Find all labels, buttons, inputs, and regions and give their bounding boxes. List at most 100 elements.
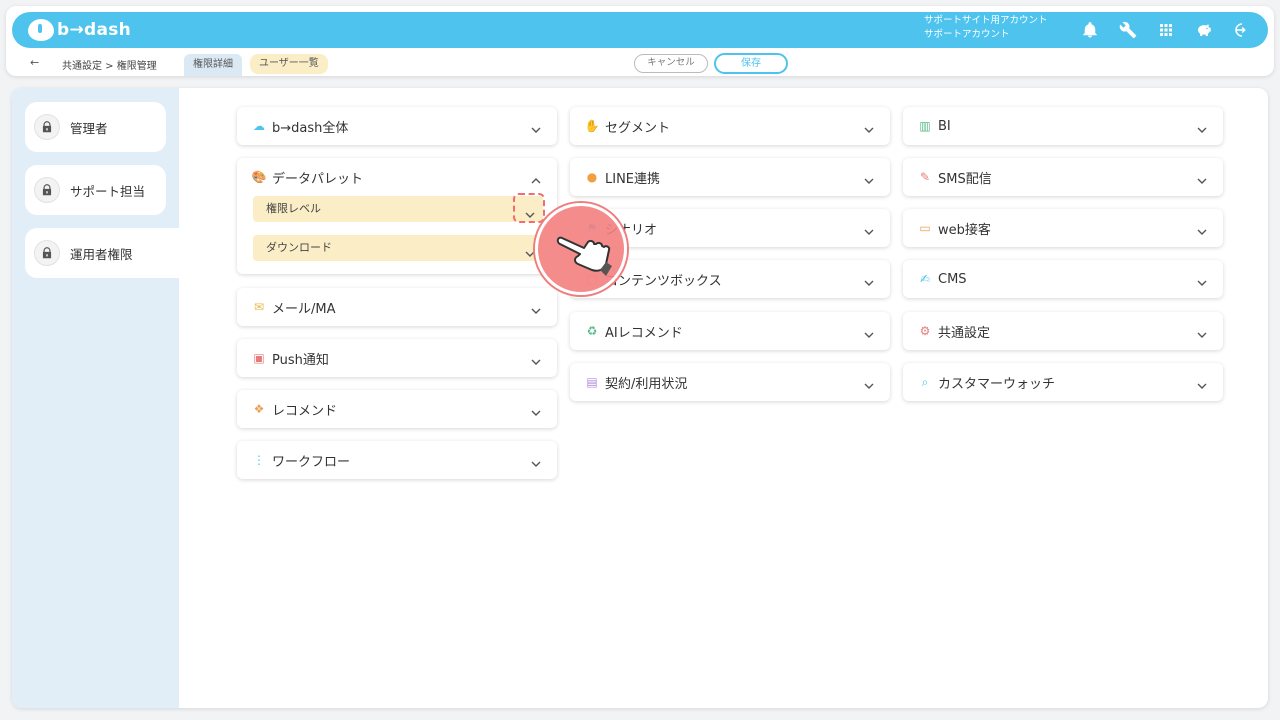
push-icon: ▣ (253, 351, 265, 365)
web-icon: ▭ (919, 221, 931, 235)
accordion-label: レコメンド (272, 403, 338, 419)
tab-permission-detail[interactable]: 権限詳細 (184, 54, 242, 76)
chevron-down-icon (1197, 376, 1207, 389)
settings-icon: ⚙ (919, 324, 931, 338)
app-name: b→dash (57, 20, 132, 40)
accordion-ai-recommend[interactable]: ♻ AIレコメンド (570, 312, 890, 350)
accordion-push[interactable]: ▣ Push通知 (237, 339, 557, 377)
chevron-down-icon (531, 120, 541, 133)
chevron-down-icon (864, 376, 874, 389)
accordion-customer-watch[interactable]: ⌕ カスタマーウォッチ (903, 363, 1223, 401)
accordion-label: メール/MA (272, 301, 336, 317)
sidebar-item-admin[interactable]: 管理者 (25, 102, 166, 152)
click-highlight (513, 193, 545, 223)
palette-icon: 🎨 (251, 170, 267, 184)
accordion-contract[interactable]: ▤ 契約/利用状況 (570, 363, 890, 401)
lock-icon (34, 114, 60, 140)
accordion-label: AIレコメンド (605, 325, 683, 341)
accordion-label: ワークフロー (272, 454, 351, 470)
contract-icon: ▤ (586, 375, 598, 389)
cms-icon: ✍ (919, 272, 931, 286)
accordion-label: BI (938, 118, 951, 134)
accordion-label: LINE連携 (605, 171, 661, 187)
accordion-data-palette[interactable]: 🎨 データパレット 権限レベル ダウンロード (237, 158, 557, 274)
lock-icon (34, 240, 60, 266)
chevron-down-icon (864, 325, 874, 338)
accordion-line[interactable]: ● LINE連携 (570, 158, 890, 196)
account-info[interactable]: サポートサイト用アカウント サポートアカウント (924, 14, 1048, 42)
account-line2: サポートアカウント (924, 29, 1010, 40)
chevron-down-icon[interactable] (525, 243, 535, 257)
accordion-label: 契約/利用状況 (605, 376, 688, 392)
chevron-down-icon (531, 352, 541, 365)
wrench-icon[interactable] (1116, 18, 1140, 42)
sub-label: ダウンロード (266, 241, 332, 254)
accordion-web-service[interactable]: ▭ web接客 (903, 209, 1223, 247)
accordion-cms[interactable]: ✍ CMS (903, 260, 1223, 298)
sidebar-item-support[interactable]: サポート担当 (25, 165, 166, 215)
sub-permission-level[interactable]: 権限レベル (253, 196, 543, 222)
accordion-label: コンテンツボックス (605, 273, 722, 289)
accordion-recommend[interactable]: ❖ レコメンド (237, 390, 557, 428)
chevron-up-icon (531, 171, 541, 184)
accordion-label: SMS配信 (938, 171, 992, 187)
accordion-label: CMS (938, 271, 967, 287)
accordion-segment[interactable]: ✋ セグメント (570, 107, 890, 145)
accordion-label: web接客 (938, 222, 991, 238)
accordion-label: セグメント (605, 120, 671, 136)
cancel-button[interactable]: キャンセル (634, 54, 708, 73)
accordion-label: 共通設定 (938, 325, 991, 341)
cloud-icon: ☁ (253, 119, 265, 133)
chevron-down-icon (864, 273, 874, 286)
hand-icon: ✋ (584, 119, 600, 133)
pointer-hand-icon (535, 203, 627, 295)
chevron-down-icon (864, 222, 874, 235)
ai-icon: ♻ (586, 324, 598, 338)
chevron-down-icon (864, 171, 874, 184)
chevron-down-icon (1197, 222, 1207, 235)
accordion-label: データパレット (272, 171, 364, 187)
grid-icon[interactable] (1154, 18, 1178, 42)
piggy-icon[interactable] (1192, 18, 1216, 42)
chart-icon: ▥ (919, 119, 931, 133)
chevron-down-icon (1197, 325, 1207, 338)
accordion-bdash-all[interactable]: ☁ b→dash全体 (237, 107, 557, 145)
tab-user-list[interactable]: ユーザー一覧 (250, 54, 328, 74)
chevron-down-icon (1197, 273, 1207, 286)
save-button[interactable]: 保存 (714, 53, 788, 74)
account-line1: サポートサイト用アカウント (924, 15, 1048, 26)
accordion-sms[interactable]: ✎ SMS配信 (903, 158, 1223, 196)
accordion-workflow[interactable]: ⋮ ワークフロー (237, 441, 557, 479)
accordion-label: Push通知 (272, 352, 329, 368)
sub-label: 権限レベル (266, 202, 321, 215)
accordion-bi[interactable]: ▥ BI (903, 107, 1223, 145)
sidebar-item-operator[interactable]: 運用者権限 (25, 228, 179, 278)
bell-icon[interactable] (1078, 18, 1102, 42)
lock-icon (34, 177, 60, 203)
logo-icon (28, 19, 54, 41)
breadcrumb: 共通設定 > 権限管理 (62, 61, 157, 72)
mail-icon: ✉ (253, 300, 265, 314)
sidebar-item-label: 運用者権限 (70, 246, 133, 262)
sub-download[interactable]: ダウンロード (253, 235, 543, 261)
magnifier-icon: ⌕ (921, 375, 929, 389)
accordion-mail-ma[interactable]: ✉ メール/MA (237, 288, 557, 326)
logout-icon[interactable] (1230, 18, 1254, 42)
back-button[interactable]: ← (30, 56, 39, 69)
chevron-down-icon (864, 120, 874, 133)
line-icon: ● (586, 170, 598, 184)
workflow-icon: ⋮ (253, 453, 265, 467)
chevron-down-icon (531, 454, 541, 467)
app-logo[interactable]: b→dash (28, 19, 131, 41)
chevron-down-icon (1197, 120, 1207, 133)
top-bar: b→dash サポートサイト用アカウント サポートアカウント (12, 12, 1268, 48)
recommend-icon: ❖ (253, 402, 265, 416)
chevron-down-icon (1197, 171, 1207, 184)
accordion-common-settings[interactable]: ⚙ 共通設定 (903, 312, 1223, 350)
chevron-down-icon (531, 301, 541, 314)
chevron-down-icon (531, 403, 541, 416)
sidebar-item-label: 管理者 (70, 120, 108, 136)
header: b→dash サポートサイト用アカウント サポートアカウント ← 共通設定 > … (6, 6, 1274, 76)
sidebar-item-label: サポート担当 (70, 183, 146, 199)
accordion-label: カスタマーウォッチ (938, 376, 1056, 392)
